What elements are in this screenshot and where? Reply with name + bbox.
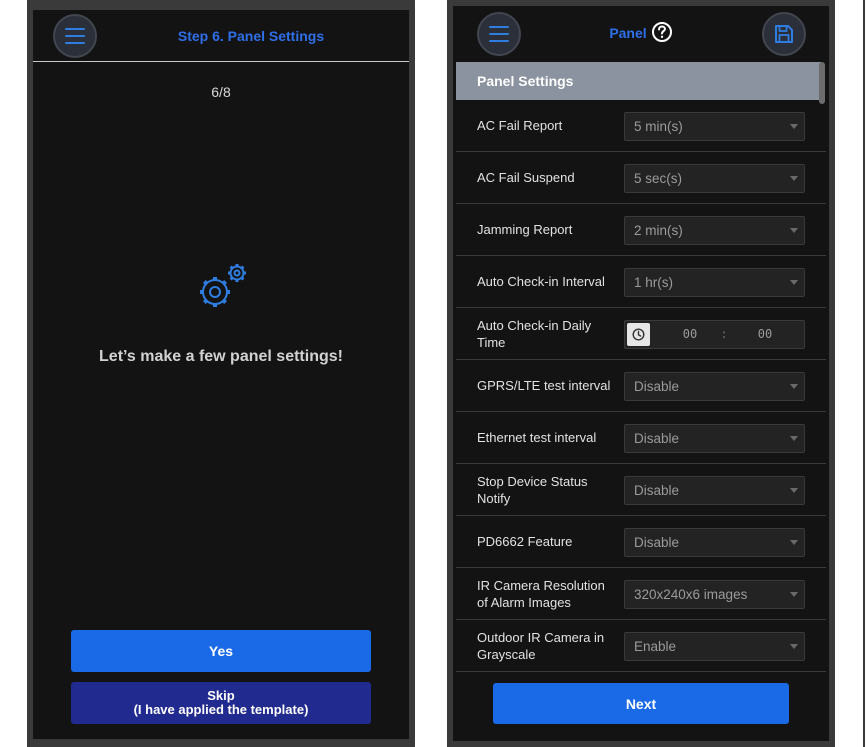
setting-row-outdoor-ir-camera-grayscale: Outdoor IR Camera in Grayscale Enable	[456, 620, 826, 672]
chevron-down-icon	[790, 436, 798, 441]
page-title: Panel	[609, 25, 647, 41]
chevron-down-icon	[790, 280, 798, 285]
setting-row-stop-device-status-notify: Stop Device Status Notify Disable	[456, 464, 826, 516]
setting-row-ac-fail-report: AC Fail Report 5 min(s)	[456, 100, 826, 152]
time-separator: :	[720, 327, 728, 341]
setting-label: Auto Check-in Daily Time	[477, 317, 592, 350]
select-value: 5 sec(s)	[634, 171, 683, 186]
setting-row-pd6662-feature: PD6662 Feature Disable	[456, 516, 826, 568]
stop-device-status-notify-select[interactable]: Disable	[624, 476, 805, 505]
setting-row-gprs-lte-test-interval: GPRS/LTE test interval Disable	[456, 360, 826, 412]
chevron-down-icon	[790, 488, 798, 493]
skip-button-sublabel: (I have applied the template)	[133, 702, 309, 717]
minute-field[interactable]: 00	[750, 321, 780, 348]
hour-field[interactable]: 00	[675, 321, 705, 348]
jamming-report-select[interactable]: 2 min(s)	[624, 216, 805, 245]
settings-list: AC Fail Report 5 min(s) AC Fail Suspend …	[456, 100, 826, 672]
wizard-phone-frame: Step 6. Panel Settings 6/8 Let’s make a …	[27, 0, 415, 747]
chevron-down-icon	[790, 644, 798, 649]
auto-checkin-interval-select[interactable]: 1 hr(s)	[624, 268, 805, 297]
ac-fail-report-select[interactable]: 5 min(s)	[624, 112, 805, 141]
divider	[863, 0, 865, 747]
chevron-down-icon	[790, 228, 798, 233]
setting-label: AC Fail Report	[477, 118, 563, 133]
section-header: Panel Settings	[456, 62, 821, 100]
gears-icon	[193, 260, 253, 312]
skip-button-label: Skip	[207, 688, 235, 703]
chevron-down-icon	[790, 124, 798, 129]
setting-row-jamming-report: Jamming Report 2 min(s)	[456, 204, 826, 256]
yes-button[interactable]: Yes	[71, 630, 371, 672]
setting-label: IR Camera Resolution of Alarm Images	[477, 577, 605, 610]
select-value: Disable	[634, 379, 680, 394]
setting-label: PD6662 Feature	[477, 534, 573, 549]
setting-label: GPRS/LTE test interval	[477, 378, 611, 393]
setting-row-auto-checkin-daily-time: Auto Check-in Daily Time 00 : 00	[456, 308, 826, 360]
setting-label: Ethernet test interval	[477, 430, 597, 445]
hamburger-menu-icon[interactable]	[53, 14, 97, 58]
setting-row-ac-fail-suspend: AC Fail Suspend 5 sec(s)	[456, 152, 826, 204]
panel-header: Panel	[453, 6, 829, 60]
chevron-down-icon	[790, 176, 798, 181]
setting-row-ethernet-test-interval: Ethernet test interval Disable	[456, 412, 826, 464]
skip-button[interactable]: Skip (I have applied the template)	[71, 682, 371, 724]
setting-label: Outdoor IR Camera in Grayscale	[477, 629, 605, 662]
daily-time-picker[interactable]: 00 : 00	[624, 320, 805, 349]
setting-label: Jamming Report	[477, 222, 573, 237]
select-value: 1 hr(s)	[634, 275, 674, 290]
setting-label: Stop Device Status Notify	[477, 473, 588, 506]
ir-camera-resolution-select[interactable]: 320x240x6 images	[624, 580, 805, 609]
setting-label: Auto Check-in Interval	[477, 274, 605, 289]
setting-row-auto-checkin-interval: Auto Check-in Interval 1 hr(s)	[456, 256, 826, 308]
panel-screen: Panel Panel Settings AC Fail Report 5 mi…	[453, 6, 829, 741]
next-button[interactable]: Next	[493, 683, 789, 724]
ac-fail-suspend-select[interactable]: 5 sec(s)	[624, 164, 805, 193]
help-circle-icon[interactable]	[651, 21, 673, 46]
panel-phone-frame: Panel Panel Settings AC Fail Report 5 mi…	[447, 0, 835, 747]
wizard-screen: Step 6. Panel Settings 6/8 Let’s make a …	[33, 10, 409, 739]
clock-icon[interactable]	[627, 323, 650, 346]
outdoor-ir-camera-grayscale-select[interactable]: Enable	[624, 632, 805, 661]
select-value: 5 min(s)	[634, 119, 683, 134]
chevron-down-icon	[790, 592, 798, 597]
ethernet-test-interval-select[interactable]: Disable	[624, 424, 805, 453]
select-value: Disable	[634, 535, 680, 550]
chevron-down-icon	[790, 384, 798, 389]
step-counter: 6/8	[211, 84, 231, 100]
chevron-down-icon	[790, 540, 798, 545]
page-title: Step 6. Panel Settings	[177, 28, 325, 44]
wizard-header: Step 6. Panel Settings	[33, 10, 409, 62]
welcome-message: Let’s make a few panel settings!	[99, 348, 343, 365]
gprs-lte-test-interval-select[interactable]: Disable	[624, 372, 805, 401]
setting-label: AC Fail Suspend	[477, 170, 575, 185]
select-value: Disable	[634, 431, 680, 446]
select-value: 320x240x6 images	[634, 587, 748, 602]
pd6662-feature-select[interactable]: Disable	[624, 528, 805, 557]
select-value: Disable	[634, 483, 680, 498]
select-value: Enable	[634, 639, 677, 654]
setting-row-ir-camera-resolution: IR Camera Resolution of Alarm Images 320…	[456, 568, 826, 620]
floppy-disk-icon[interactable]	[762, 12, 806, 56]
select-value: 2 min(s)	[634, 223, 683, 238]
scrollbar-thumb[interactable]	[819, 62, 825, 104]
